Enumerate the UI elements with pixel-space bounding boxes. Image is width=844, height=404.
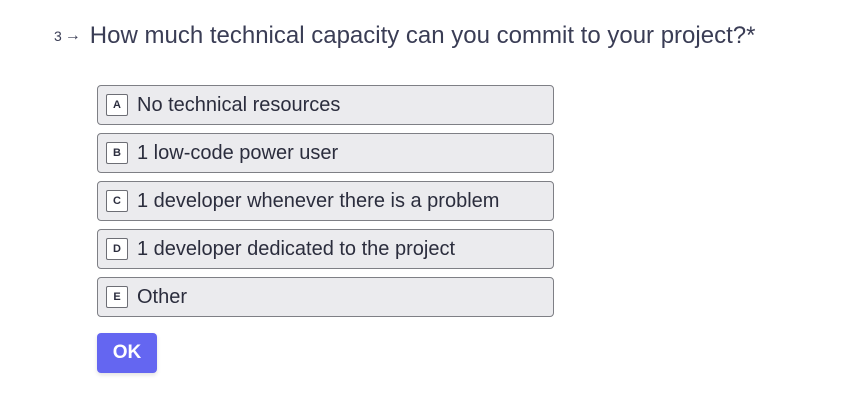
ok-button[interactable]: OK: [97, 333, 157, 373]
question-number: 3: [54, 28, 62, 44]
choice-label: Other: [137, 285, 188, 308]
choice-option-c[interactable]: C 1 developer whenever there is a proble…: [97, 181, 554, 221]
choice-key-badge: A: [106, 94, 128, 116]
choice-label: 1 developer whenever there is a problem: [137, 189, 500, 212]
choice-key-badge: E: [106, 286, 128, 308]
choice-option-b[interactable]: B 1 low-code power user: [97, 133, 554, 173]
choice-list: A No technical resources B 1 low-code po…: [97, 85, 554, 325]
choice-label: 1 low-code power user: [137, 141, 339, 164]
choice-label: 1 developer dedicated to the project: [137, 237, 455, 260]
choice-key-badge: D: [106, 238, 128, 260]
arrow-right-icon: →: [64, 27, 81, 44]
choice-key-badge: B: [106, 142, 128, 164]
survey-page: 3 → How much technical capacity can you …: [0, 0, 844, 404]
choice-option-e[interactable]: E Other: [97, 277, 554, 317]
question-text: How much technical capacity can you comm…: [89, 22, 756, 49]
choice-option-a[interactable]: A No technical resources: [97, 85, 554, 125]
question-header: 3 → How much technical capacity can you …: [54, 22, 755, 50]
choice-option-d[interactable]: D 1 developer dedicated to the project: [97, 229, 554, 269]
choice-key-badge: C: [106, 190, 128, 212]
choice-label: No technical resources: [137, 93, 341, 116]
